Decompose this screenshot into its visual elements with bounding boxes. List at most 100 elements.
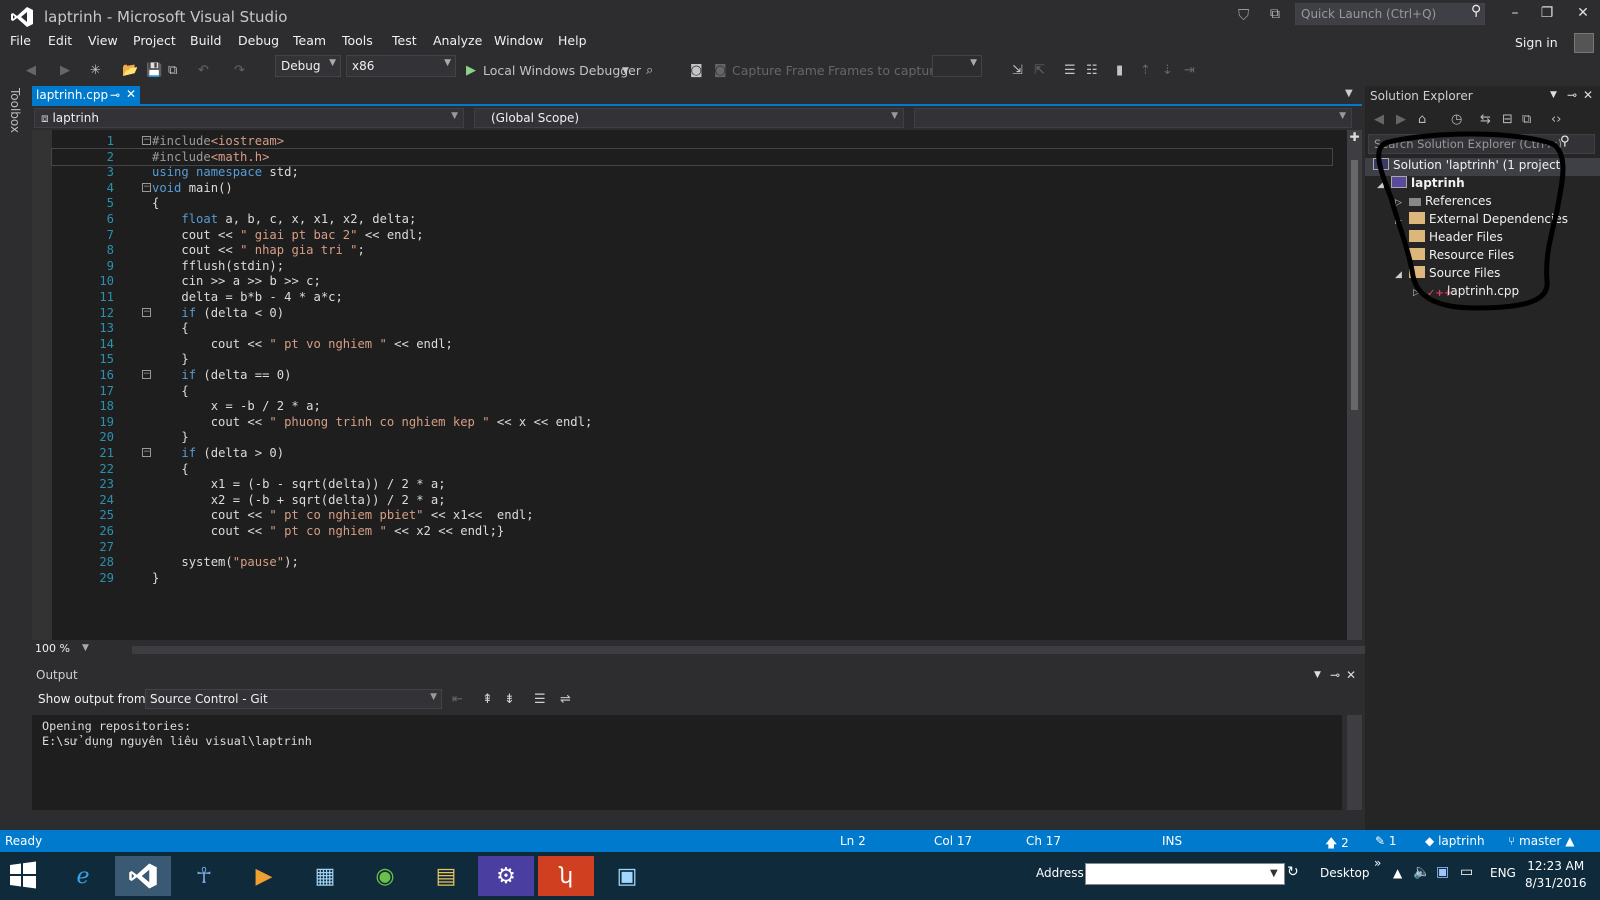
sign-in-link[interactable]: Sign in xyxy=(1515,35,1558,50)
address-input[interactable] xyxy=(1085,863,1285,885)
network-icon[interactable]: ▭ xyxy=(1460,864,1473,880)
foxit-reader-icon[interactable]: ʮ xyxy=(538,856,594,896)
clear-all-icon[interactable]: ☰ xyxy=(534,692,546,707)
output-vertical-scrollbar[interactable] xyxy=(1347,715,1362,810)
code-line[interactable]: 13 { xyxy=(52,320,1332,336)
code-editor[interactable]: 1− #include<iostream> 2 #include<math.h> 3 us… xyxy=(32,130,1347,640)
menu-view[interactable]: View xyxy=(88,33,118,48)
clear-bookmarks-icon[interactable]: ⇥ xyxy=(1184,63,1195,78)
frames-to-capture-select[interactable]: ▼ xyxy=(932,55,982,77)
code-line[interactable]: 29} xyxy=(52,570,1332,586)
search-icon[interactable]: ⚲ xyxy=(1471,3,1481,19)
menu-team[interactable]: Team xyxy=(293,33,326,48)
output-source-select[interactable]: Source Control - Git ▼ xyxy=(145,689,442,709)
menu-test[interactable]: Test xyxy=(392,33,417,48)
refresh-icon[interactable]: ↻ xyxy=(1287,864,1299,880)
code-line[interactable]: 23 x1 = (-b - sqrt(delta)) / 2 * a; xyxy=(52,476,1332,492)
code-line[interactable]: 17 { xyxy=(52,383,1332,399)
feedback-icon[interactable]: ⧉ xyxy=(1270,6,1280,22)
file-explorer-icon[interactable]: ▤ xyxy=(418,856,474,896)
windows-start-icon[interactable] xyxy=(8,860,38,890)
output-horizontal-scrollbar[interactable] xyxy=(32,812,1362,826)
visual-studio-taskbar-icon[interactable] xyxy=(115,856,171,896)
branch-button[interactable]: ⑂ master ▲ xyxy=(1508,834,1574,848)
close-icon[interactable]: ✕ xyxy=(1346,668,1356,682)
member-select[interactable]: ▼ xyxy=(914,108,1352,128)
account-icon[interactable] xyxy=(1574,33,1594,53)
menu-project[interactable]: Project xyxy=(133,33,176,48)
code-line[interactable]: 25 cout << " pt co nghiem pbiet" << x1<<… xyxy=(52,507,1332,523)
next-bookmark-icon[interactable]: ⇣ xyxy=(1162,63,1173,78)
pin-icon[interactable]: ⊸ xyxy=(1330,668,1340,682)
code-line[interactable]: 21 − if (delta > 0) xyxy=(52,445,1332,461)
uncomment-lines-icon[interactable]: ☷ xyxy=(1086,63,1098,78)
local-windows-debugger-button[interactable]: Local Windows Debugger xyxy=(483,63,641,78)
find-in-files-icon[interactable]: ⌕ xyxy=(646,63,653,78)
minimize-button[interactable]: – xyxy=(1504,5,1526,21)
code-line[interactable]: 20 } xyxy=(52,429,1332,445)
close-icon[interactable]: ✕ xyxy=(126,87,136,101)
clock[interactable]: 12:23 AM 8/31/2016 xyxy=(1525,858,1587,892)
code-line[interactable]: 7 cout << " giai pt bac 2" << endl; xyxy=(52,227,1332,243)
capture-frame-button[interactable]: Capture Frame xyxy=(732,63,825,78)
code-line[interactable]: 27 xyxy=(52,539,1332,555)
menu-debug[interactable]: Debug xyxy=(238,33,279,48)
editor-vertical-scrollbar[interactable] xyxy=(1347,130,1362,640)
quick-launch-input[interactable]: Quick Launch (Ctrl+Q) xyxy=(1295,3,1485,25)
pending-changes-button[interactable]: ✎ 1 xyxy=(1375,834,1397,848)
global-scope-select[interactable]: (Global Scope) ▼ xyxy=(474,108,904,128)
notification-filter-icon[interactable]: ⛉ xyxy=(1238,6,1249,24)
code-line[interactable]: 22 { xyxy=(52,461,1332,477)
code-line[interactable]: 6 float a, b, c, x, x1, x2, delta; xyxy=(52,211,1332,227)
settings-gear-icon[interactable]: ⚙ xyxy=(478,856,534,896)
start-debugging-icon[interactable]: ▶ xyxy=(466,63,476,78)
code-line[interactable]: 16 − if (delta == 0) xyxy=(52,367,1332,383)
menu-build[interactable]: Build xyxy=(190,33,221,48)
code-line[interactable]: 14 cout << " pt vo nghiem " << endl; xyxy=(52,336,1332,352)
collapse-region-icon[interactable]: − xyxy=(142,182,151,192)
coccoc-browser-icon[interactable]: ◉ xyxy=(357,856,413,896)
collapse-region-icon[interactable]: − xyxy=(142,448,151,457)
editor-horizontal-scrollbar[interactable] xyxy=(132,646,1367,654)
new-project-icon[interactable]: ✳ xyxy=(90,63,101,78)
code-line[interactable]: 1 − #include<iostream> xyxy=(52,133,1332,149)
code-line[interactable]: 10 cin >> a >> b >> c; xyxy=(52,273,1332,289)
code-line[interactable]: 28 system("pause"); xyxy=(52,554,1332,570)
code-line[interactable]: 26 cout << " pt co nghiem " << x2 << end… xyxy=(52,523,1332,539)
language-indicator[interactable]: ENG xyxy=(1490,866,1516,880)
toolbox-tab[interactable]: Toolbox xyxy=(8,88,22,133)
menu-edit[interactable]: Edit xyxy=(48,33,72,48)
code-line[interactable]: 2 #include<math.h> xyxy=(51,147,1333,166)
code-line[interactable]: 8 cout << " nhap gia tri "; xyxy=(52,242,1332,258)
pin-icon[interactable]: ⊸ xyxy=(110,88,120,102)
chevron-right-double-icon[interactable]: » xyxy=(1374,856,1381,870)
media-player-icon[interactable]: ▶ xyxy=(236,856,292,896)
menu-tools[interactable]: Tools xyxy=(342,33,373,48)
pascal-app-icon[interactable]: ☥ xyxy=(176,856,232,896)
collapse-region-icon[interactable]: − xyxy=(142,136,151,145)
menu-file[interactable]: File xyxy=(10,33,31,48)
comment-lines-icon[interactable]: ☰ xyxy=(1064,63,1076,78)
undo-icon[interactable]: ↶ xyxy=(198,63,209,78)
step-out-icon[interactable]: ⇱ xyxy=(1034,63,1045,78)
solution-configuration-select[interactable]: Debug ▼ xyxy=(275,55,341,77)
control-panel-icon[interactable]: ▦ xyxy=(297,856,353,896)
debugger-dropdown-icon[interactable]: ▼ xyxy=(622,66,629,76)
previous-bookmark-icon[interactable]: ⇡ xyxy=(1140,63,1151,78)
code-line[interactable]: 5{ xyxy=(52,195,1332,211)
action-center-icon[interactable]: ▣ xyxy=(1436,864,1449,880)
collapse-region-icon[interactable]: − xyxy=(142,370,151,379)
code-line[interactable]: 18 x = -b / 2 * a; xyxy=(52,398,1332,414)
find-message-icon[interactable]: ⇤ xyxy=(452,692,463,707)
save-all-icon[interactable]: ⧉ xyxy=(168,63,177,78)
internet-explorer-icon[interactable]: ℯ xyxy=(55,856,111,896)
collapse-region-icon[interactable]: − xyxy=(142,307,151,317)
active-files-dropdown-icon[interactable]: ▼ xyxy=(1345,88,1353,99)
toggle-word-wrap-icon[interactable]: ⇌ xyxy=(560,692,571,707)
code-line[interactable]: 24 x2 = (-b + sqrt(delta)) / 2 * a; xyxy=(52,492,1332,508)
save-icon[interactable]: 💾 xyxy=(146,63,162,78)
volume-icon[interactable]: 🔈 xyxy=(1413,864,1430,880)
redo-icon[interactable]: ↷ xyxy=(234,63,245,78)
camera-icon[interactable]: ◙ xyxy=(690,63,703,78)
solution-platform-select[interactable]: x86 ▼ xyxy=(346,55,456,77)
